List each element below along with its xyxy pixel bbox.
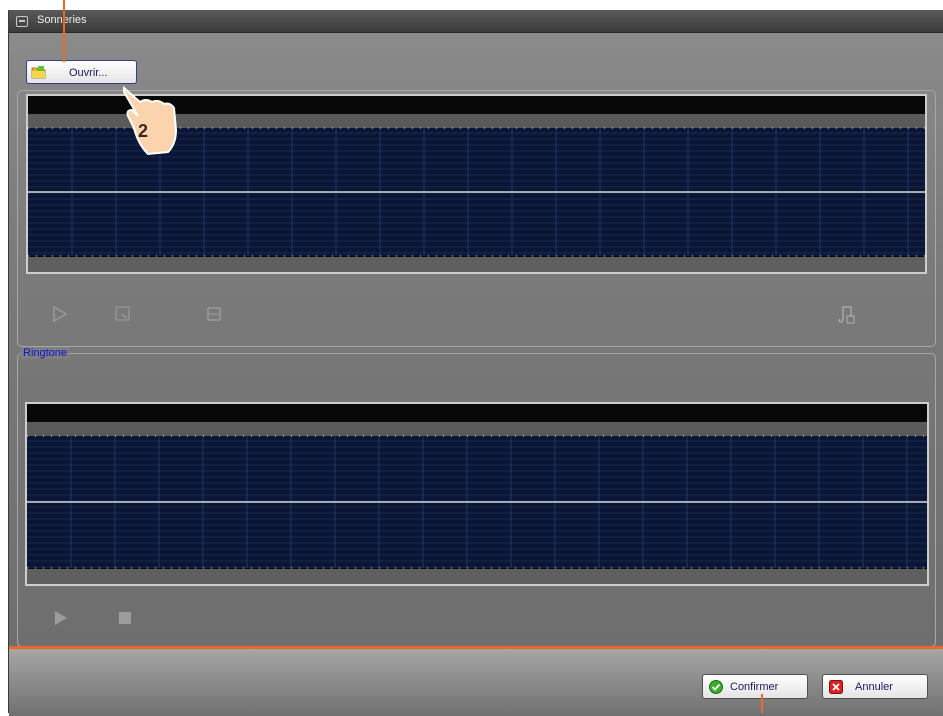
ringtone-waveform-grid	[27, 404, 927, 584]
play-icon[interactable]	[52, 306, 68, 322]
window-menu-icon[interactable]	[16, 16, 28, 27]
ringtone-play-icon[interactable]	[53, 610, 69, 626]
callout-line-top	[63, 0, 65, 62]
hand-pointer-icon: 2	[123, 85, 178, 156]
ringtone-legend: Ringtone	[21, 347, 70, 359]
music-edit-icon[interactable]	[836, 304, 856, 324]
cancel-x-icon	[829, 680, 843, 694]
open-button[interactable]: Ouvrir...	[26, 60, 137, 84]
confirm-button[interactable]: Confirmer	[702, 674, 808, 699]
callout-line-bottom	[761, 694, 763, 713]
confirm-label: Confirmer	[730, 681, 779, 693]
callout-step-number: 2	[138, 121, 148, 141]
ringtone-group: Ringtone	[17, 347, 936, 647]
cancel-button[interactable]: Annuler	[822, 674, 928, 699]
record-icon[interactable]	[115, 306, 131, 322]
open-button-label: Ouvrir...	[69, 67, 108, 79]
footer-bar: Confirmer Annuler	[9, 646, 943, 716]
ringtone-waveform[interactable]	[25, 402, 929, 586]
ringtone-stop-icon[interactable]	[119, 612, 131, 624]
confirm-check-icon	[709, 680, 723, 694]
folder-icon	[31, 66, 46, 79]
title-bar: Sonneries	[9, 10, 943, 33]
cancel-label: Annuler	[855, 681, 893, 693]
stop-icon[interactable]	[206, 306, 222, 322]
window-title: Sonneries	[37, 14, 87, 26]
